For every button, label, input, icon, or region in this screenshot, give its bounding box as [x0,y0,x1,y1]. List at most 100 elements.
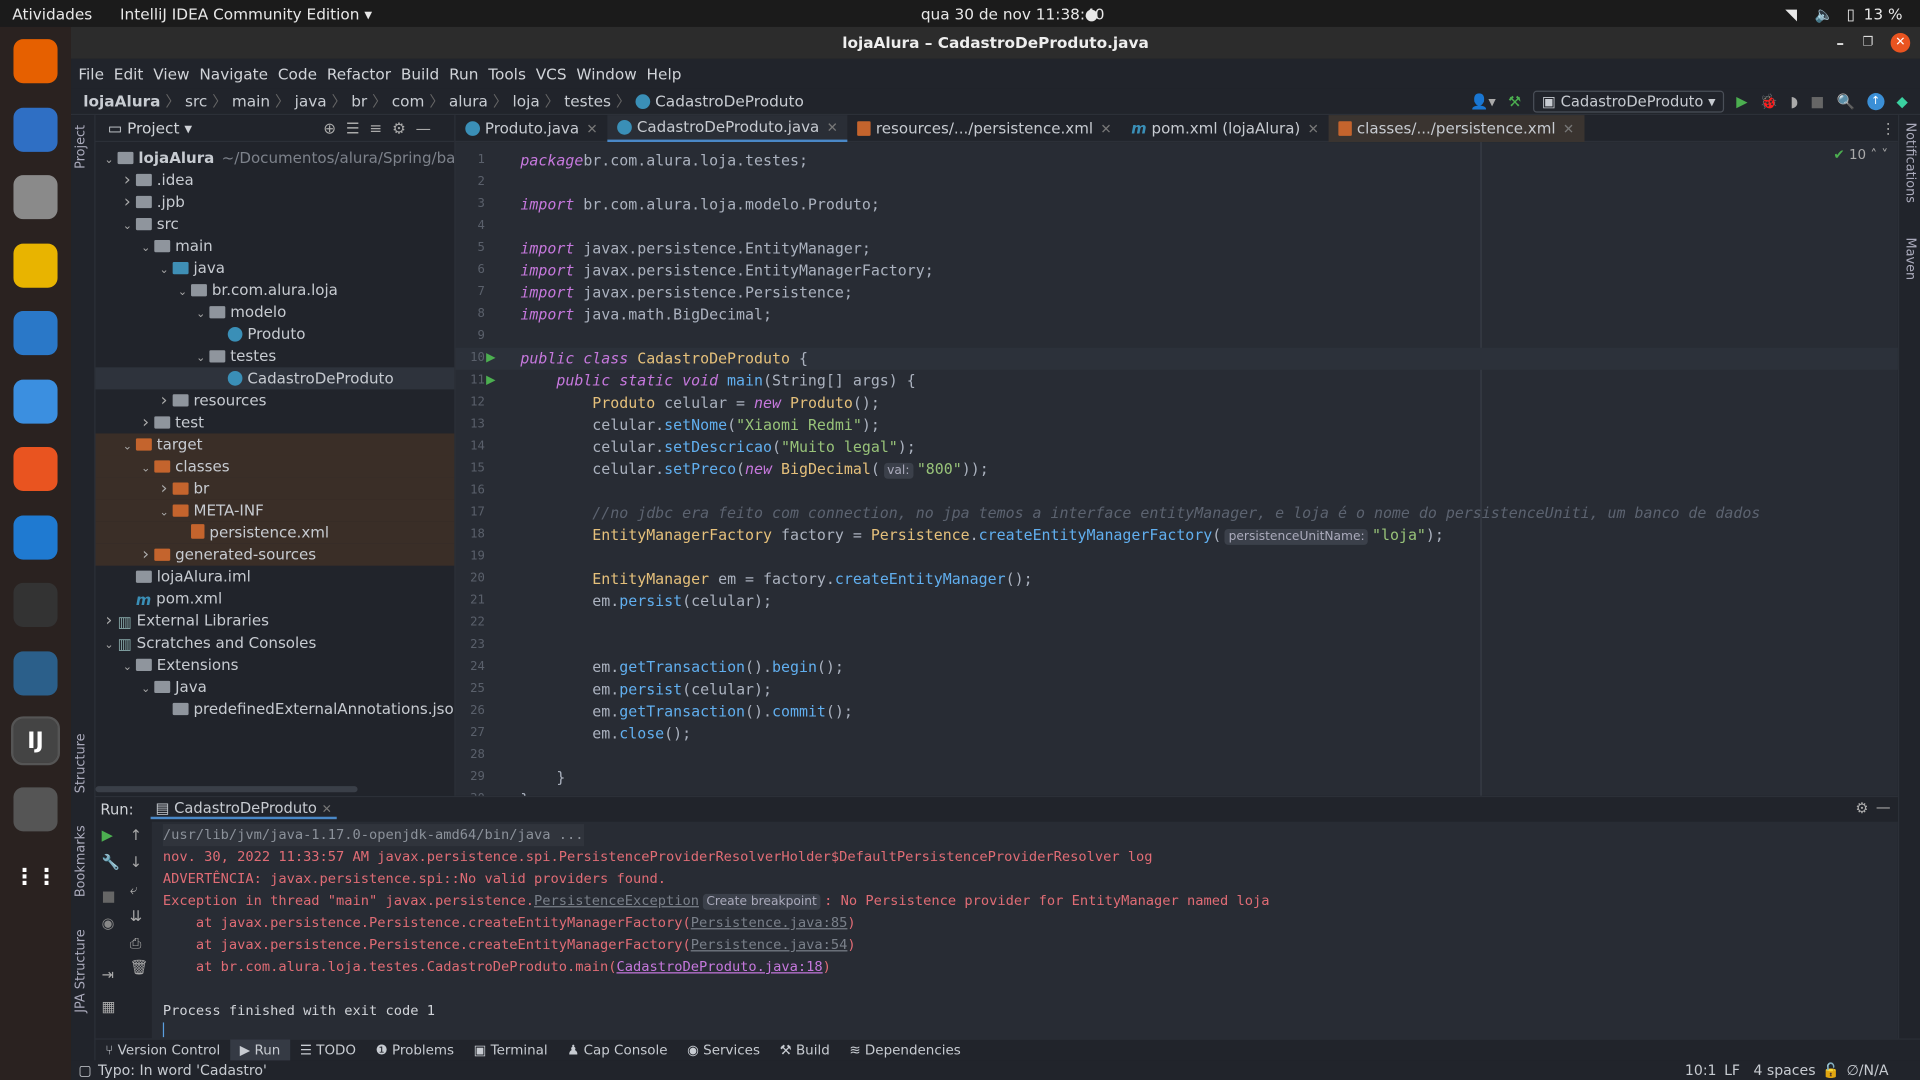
tree-item[interactable]: › .idea [96,169,455,191]
line-number[interactable]: 30 [456,789,485,796]
vscode-icon[interactable] [13,514,58,559]
menu-help[interactable]: Help [647,64,682,82]
line-number[interactable]: 25 [456,678,485,700]
close-tab-icon[interactable]: ✕ [322,803,332,816]
create-breakpoint-hint[interactable]: Create breakpoint [702,893,821,910]
maven-tool-button[interactable]: Maven [1903,238,1918,281]
tree-item[interactable]: › br [95,477,455,500]
line-number[interactable]: 11 [456,370,485,392]
line-number[interactable]: 27 [456,722,485,744]
breadcrumb-item[interactable]: loja [512,92,539,110]
breadcrumb-item[interactable]: src [185,92,207,110]
rerun-icon[interactable]: ▶ [102,827,113,844]
tree-item[interactable]: ⌄ br.com.alura.loja [96,279,455,301]
battery-icon[interactable]: ▯ [1847,5,1855,23]
line-number[interactable]: 20 [456,568,485,590]
line-number[interactable]: 16 [456,480,485,502]
status-toggle-icon[interactable]: ▢ [78,1062,91,1079]
jetbrains-icon[interactable]: ◆ [1896,93,1907,110]
up-icon[interactable]: ↑ [130,827,142,844]
menu-vcs[interactable]: VCS [536,64,567,82]
volume-icon[interactable]: 🔈 [1815,5,1834,25]
line-number[interactable]: 29 [456,767,485,789]
close-tab-icon[interactable]: ✕ [827,119,838,135]
trash-icon[interactable]: 🗑 [130,959,149,976]
rhythmbox-icon[interactable] [13,243,58,288]
intellij-icon[interactable]: IJ [11,716,61,766]
notifications-tool-button[interactable]: Notifications [1903,122,1918,202]
run-config-select[interactable]: ▣ CadastroDeProduto ▾ [1533,90,1725,113]
minimize-button[interactable]: – [1836,27,1844,59]
line-number[interactable]: 26 [456,700,485,722]
run-tab[interactable]: ▤ CadastroDeProduto ✕ [150,800,337,820]
down-icon[interactable]: ↓ [130,853,142,870]
line-number[interactable]: 12 [456,392,485,414]
tab-pom-xml-lojaalura-[interactable]: m pom.xml (lojaAlura) ✕ [1121,115,1328,142]
close-tab-icon[interactable]: ✕ [1308,121,1319,137]
menu-tools[interactable]: Tools [488,64,526,82]
menu-run[interactable]: Run [449,64,478,82]
line-number[interactable]: 9 [456,326,485,348]
breadcrumb-item[interactable]: br [351,92,367,110]
console-link[interactable]: PersistenceException [534,893,699,909]
gear-icon[interactable]: ⚙ [392,119,416,137]
java-ide-icon[interactable] [13,786,58,831]
line-ending[interactable]: LF [1724,1062,1740,1079]
tool-tab-run[interactable]: ▶ Run [229,1038,291,1062]
menu-code[interactable]: Code [278,64,317,82]
tool-tab-version-control[interactable]: ⑂ Version Control [96,1039,230,1061]
menu-refactor[interactable]: Refactor [327,64,391,82]
tree-item[interactable]: Produto [96,323,455,345]
tree-item[interactable]: ⌄lojaAlura~/Documentos/alura/Spring/banc… [96,147,454,169]
breadcrumb-item[interactable]: lojaAlura [83,92,160,110]
tree-item[interactable]: ⌄ modelo [96,301,455,323]
coverage-icon[interactable]: ◗ [1790,93,1798,110]
hide-icon[interactable]: — [1876,798,1891,815]
scroll-end-icon[interactable]: ⇊ [130,907,142,924]
menu-window[interactable]: Window [576,64,636,82]
line-number[interactable]: 8 [456,304,485,326]
project-tool-button[interactable]: Project [73,125,88,169]
collapse-all-icon[interactable]: ≡ [369,119,392,137]
tree-item[interactable]: › resources [96,389,455,411]
run-icon[interactable]: ▶ [1736,93,1747,110]
menu-file[interactable]: File [78,64,104,82]
tab-resources-persistence-xml[interactable]: resources/.../persistence.xml ✕ [848,115,1122,142]
maximize-button[interactable]: ❐ [1862,27,1873,59]
indent-setting[interactable]: 4 spaces [1753,1062,1815,1079]
run-console[interactable]: ▶ ↑ 🔧 ↓ ■ ⤶ ◉ ⇊ ⎙ 🗑 ⇥ ▦ /usr/lib/jvm/jav… [95,821,1898,1039]
line-number[interactable]: 13 [456,414,485,436]
help-icon[interactable] [13,378,58,424]
line-number[interactable]: 5 [456,238,485,260]
tool-tab-build[interactable]: ⚒ Build [770,1039,840,1061]
show-apps-icon[interactable]: ⋮⋮ [13,854,58,899]
tree-item[interactable]: ⌄ target [95,433,455,456]
tree-item[interactable]: predefinedExternalAnnotations.json [96,698,454,720]
camera-icon[interactable]: ◉ [102,915,115,932]
line-number[interactable]: 15 [456,458,485,480]
line-number[interactable]: 3 [456,193,485,215]
more-tabs-icon[interactable]: ⋮ [1881,120,1896,137]
project-view-select[interactable]: ▭ Project ▾ [108,119,192,137]
console-link[interactable]: Persistence.java:54 [691,937,848,953]
tree-item[interactable]: CadastroDeProduto [95,367,455,390]
line-number[interactable]: 19 [456,546,485,568]
tool-tab-todo[interactable]: ☰ TODO [290,1039,366,1061]
run-gutter-icon[interactable]: ▶ [486,370,495,392]
line-number[interactable]: 23 [456,634,485,656]
wifi-icon[interactable]: ◥ [1785,5,1797,23]
update-icon[interactable]: ↑ [1867,93,1885,111]
inspection-widget[interactable]: ✔ 10 ˄ ˅ [1833,147,1888,163]
build-hammer-icon[interactable]: ⚒ [1508,93,1521,110]
tree-item[interactable]: ⌄ main [96,235,455,257]
close-tab-icon[interactable]: ✕ [1563,121,1574,137]
structure-tool-button[interactable]: Structure [73,733,88,793]
code-editor[interactable]: ✔ 10 ˄ ˅ 1 packagebr.com.alura.loja.teste… [455,142,1898,796]
tool-tab-problems[interactable]: ❶ Problems [366,1039,464,1061]
tree-item[interactable]: m pom.xml [96,588,455,610]
line-number[interactable]: 28 [456,744,485,766]
line-number[interactable]: 14 [456,436,485,458]
debug-icon[interactable]: 🐞 [1760,93,1778,110]
tree-item[interactable]: ⌄ Java [96,676,455,698]
tree-item[interactable]: ⌄ Extensions [96,654,455,676]
